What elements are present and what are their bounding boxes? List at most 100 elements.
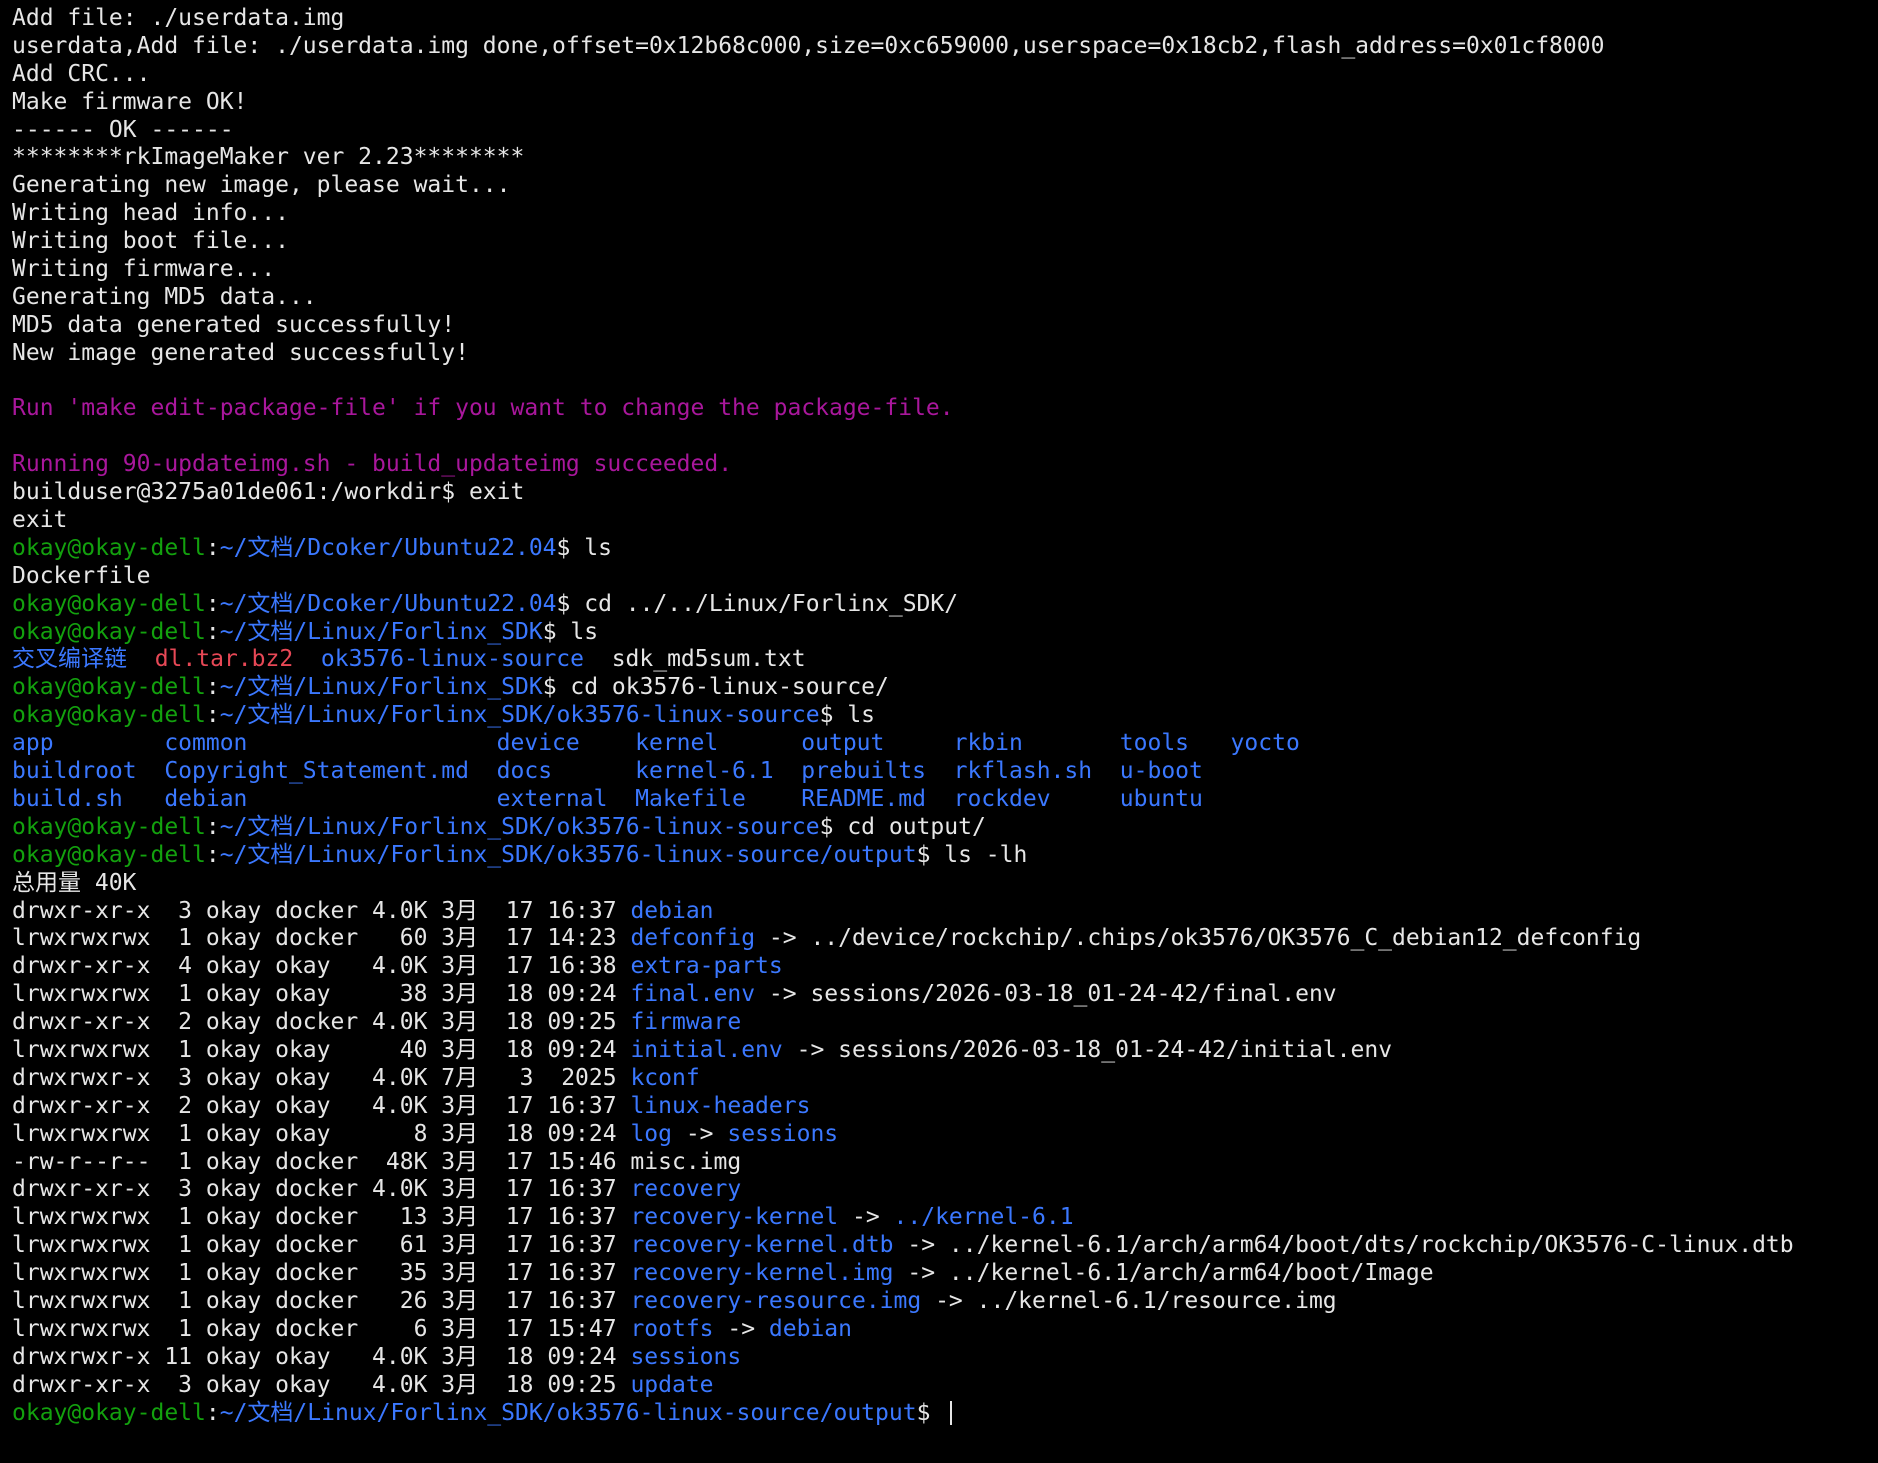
terminal-text-segment: : [205,590,220,617]
terminal-text-segment: lrwxrwxrwx 1 okay okay 38 3月 18 09:24 [12,981,631,1008]
terminal-text-segment: ~/文档/Linux/Forlinx_SDK [219,674,543,701]
terminal-line: okay@okay-dell:~/文档/Dcoker/Ubuntu22.04$ … [12,591,1878,619]
terminal-output[interactable]: Add file: ./userdata.img userdata,Add fil… [12,5,1878,1427]
terminal-text-segment: Make firmware OK! [12,88,248,115]
terminal-text-segment: linux-headers [630,1092,811,1119]
terminal-text-segment: Dockerfile [12,562,151,589]
terminal-text-segment: debian [630,897,714,924]
terminal-line: okay@okay-dell:~/文档/Linux/Forlinx_SDK$ l… [12,619,1878,647]
terminal-text-segment: -> ../kernel-6.1/resource.img [921,1287,1337,1314]
terminal-text-segment: okay@okay-dell [12,590,206,617]
terminal-line: okay@okay-dell:~/文档/Linux/Forlinx_SDK/ok… [12,814,1878,842]
terminal-text-segment: : [205,618,220,645]
terminal-text-segment: Generating new image, please wait... [12,172,511,199]
terminal-text-segment: : [205,813,220,840]
terminal-text-segment: buildroot Copyright_Statement.md docs ke… [12,758,1203,785]
terminal-text-segment: lrwxrwxrwx 1 okay docker 61 3月 17 16:37 [12,1232,631,1259]
terminal-line: exit [12,507,1878,535]
terminal-text-segment: Running 90-updateimg.sh - build_updateim… [12,451,733,478]
terminal-text-segment: drwxr-xr-x 3 okay docker 4.0K 3月 17 16:3… [12,897,631,924]
terminal-text-segment: lrwxrwxrwx 1 okay docker 35 3月 17 16:37 [12,1260,631,1287]
terminal-line: okay@okay-dell:~/文档/Dcoker/Ubuntu22.04$ … [12,535,1878,563]
terminal-line: Run 'make edit-package-file' if you want… [12,395,1878,423]
terminal-line: 总用量 40K [12,870,1878,898]
terminal-line: drwxr-xr-x 4 okay okay 4.0K 3月 17 16:38 … [12,953,1878,981]
terminal-text-segment: okay@okay-dell [12,1399,206,1426]
terminal-text-segment: drwxrwxr-x 3 okay okay 4.0K 7月 3 2025 [12,1064,631,1091]
terminal-text-segment: ------ OK ------ [12,116,234,143]
terminal-text-segment: Run 'make edit-package-file' if you want… [12,395,954,422]
terminal-text-segment: drwxr-xr-x 2 okay okay 4.0K 3月 17 16:37 [12,1092,631,1119]
terminal-text-segment: -> sessions/2026-03-18_01-24-42/final.en… [755,981,1337,1008]
terminal-text-segment: $ ls -lh [916,841,1028,868]
terminal-text-segment: lrwxrwxrwx 1 okay docker 13 3月 17 16:37 [12,1204,631,1231]
terminal-line: -rw-r--r-- 1 okay docker 48K 3月 17 15:46… [12,1149,1878,1177]
terminal-text-segment: $ cd ../../Linux/Forlinx_SDK/ [556,590,959,617]
terminal-text-segment: -> ../kernel-6.1/arch/arm64/boot/dts/roc… [893,1232,1794,1259]
terminal-text-segment: : [205,841,220,868]
terminal-line: lrwxrwxrwx 1 okay docker 26 3月 17 16:37 … [12,1288,1878,1316]
terminal-text-segment: final.env [630,981,756,1008]
terminal-line: drwxr-xr-x 3 okay docker 4.0K 3月 17 16:3… [12,898,1878,926]
terminal-text-segment: Writing head info... [12,200,289,227]
terminal-line: Generating MD5 data... [12,284,1878,312]
terminal-line: builduser@3275a01de061:/workdir$ exit [12,479,1878,507]
terminal-text-segment: -rw-r--r-- 1 okay docker 48K 3月 17 15:46… [12,1148,742,1175]
terminal-text-segment: Writing boot file... [12,228,289,255]
terminal-text-segment: okay@okay-dell [12,841,206,868]
terminal-text-segment: ~/文档/Dcoker/Ubuntu22.04 [219,590,557,617]
terminal-text-segment: drwxr-xr-x 2 okay docker 4.0K 3月 18 09:2… [12,1009,631,1036]
terminal-text-segment: ********rkImageMaker ver 2.23******** [12,144,525,171]
terminal-line: ********rkImageMaker ver 2.23******** [12,144,1878,172]
terminal-line: Dockerfile [12,563,1878,591]
terminal-text-segment: -> sessions/2026-03-18_01-24-42/initial.… [782,1036,1393,1063]
terminal-text-segment: ~/文档/Linux/Forlinx_SDK [219,618,543,645]
terminal-line: ------ OK ------ [12,117,1878,145]
terminal-line: Writing head info... [12,200,1878,228]
terminal-line: lrwxrwxrwx 1 okay okay 38 3月 18 09:24 fi… [12,981,1878,1009]
terminal-text-segment: defconfig [630,925,756,952]
terminal-text-segment: : [205,1399,220,1426]
terminal-text-segment: drwxr-xr-x 3 okay docker 4.0K 3月 17 16:3… [12,1176,631,1203]
terminal-text-segment: ~/文档/Linux/Forlinx_SDK/ok3576-linux-sour… [219,841,917,868]
terminal-text-segment: okay@okay-dell [12,813,206,840]
terminal-text-segment: recovery [630,1176,742,1203]
terminal-text-segment: $ cd ok3576-linux-source/ [542,674,889,701]
terminal-text-segment: lrwxrwxrwx 1 okay okay 40 3月 18 09:24 [12,1036,631,1063]
terminal-text-segment: ~/文档/Dcoker/Ubuntu22.04 [219,534,557,561]
terminal-text-segment: sdk_md5sum.txt [584,646,806,673]
terminal-text-segment: initial.env [630,1036,783,1063]
terminal-text-segment: rootfs [630,1315,714,1342]
terminal-text-segment: ~/文档/Linux/Forlinx_SDK/ok3576-linux-sour… [219,1399,917,1426]
terminal-text-segment: recovery-resource.img [630,1287,922,1314]
terminal-text-segment: log [630,1120,672,1147]
terminal-text-segment: MD5 data generated successfully! [12,311,456,338]
terminal-text-segment: ~/文档/Linux/Forlinx_SDK/ok3576-linux-sour… [219,813,820,840]
terminal-text-segment: extra-parts [630,953,783,980]
terminal-text-segment: -> [713,1315,769,1342]
terminal-line: drwxr-xr-x 2 okay docker 4.0K 3月 18 09:2… [12,1009,1878,1037]
terminal-text-segment: builduser@3275a01de061:/workdir$ exit [12,479,525,506]
terminal-text-segment: exit [12,507,68,534]
terminal-line: lrwxrwxrwx 1 okay okay 8 3月 18 09:24 log… [12,1121,1878,1149]
terminal-line: app common device kernel output rkbin to… [12,730,1878,758]
terminal-text-segment: : [205,534,220,561]
terminal-text-segment: $ ls [819,702,876,729]
terminal-line: Add CRC... [12,61,1878,89]
terminal-text-segment: app common device kernel output rkbin to… [12,730,1300,757]
terminal-text-segment: okay@okay-dell [12,674,206,701]
terminal-text-segment: -> [671,1120,728,1147]
terminal-text-segment: build.sh debian external Makefile README… [12,785,1203,812]
terminal-text-segment: Writing firmware... [12,256,276,283]
terminal-text-segment: dl.tar.bz2 [154,646,294,673]
terminal-text-segment: -> ../device/rockchip/.chips/ok3576/OK35… [755,925,1642,952]
terminal-text-segment: update [630,1371,714,1398]
terminal-text-segment: okay@okay-dell [12,702,206,729]
terminal-line: lrwxrwxrwx 1 okay docker 35 3月 17 16:37 … [12,1260,1878,1288]
terminal-line: drwxrwxr-x 3 okay okay 4.0K 7月 3 2025 kc… [12,1065,1878,1093]
terminal-line: Add file: ./userdata.img [12,5,1878,33]
terminal-text-segment: -> [838,1204,894,1231]
terminal-line: okay@okay-dell:~/文档/Linux/Forlinx_SDK/ok… [12,1400,1878,1428]
